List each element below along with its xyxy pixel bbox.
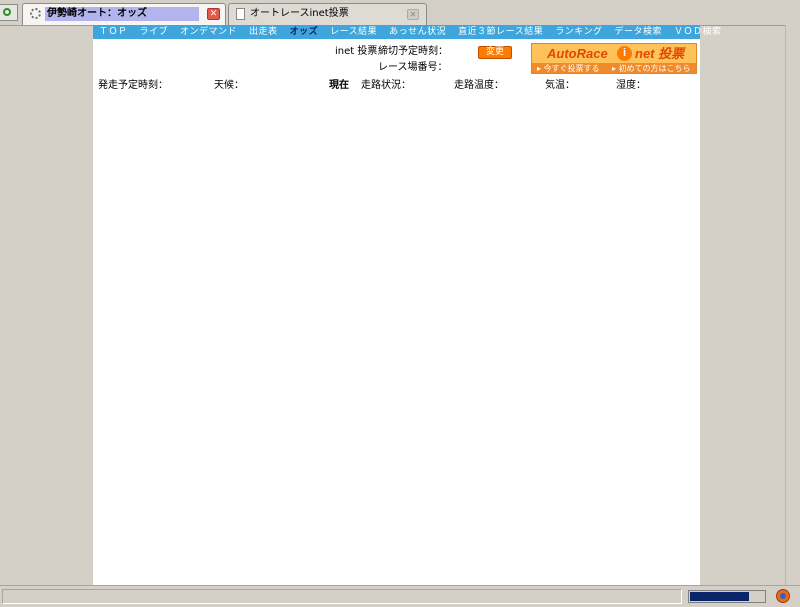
inet-vote-label: inet 投票 bbox=[335, 46, 378, 57]
first-time-label: 初めての方はこちら bbox=[618, 64, 691, 73]
banner-brand-suffix: net 投票 bbox=[635, 46, 685, 61]
progress-fill bbox=[690, 592, 750, 601]
air-temp-label: 気温： bbox=[545, 80, 575, 91]
nav-item[interactable]: オンデマンド bbox=[174, 25, 243, 39]
close-tab-icon[interactable]: ✕ bbox=[407, 9, 419, 20]
tab-list-icon bbox=[3, 8, 11, 16]
tab-list-button[interactable] bbox=[0, 4, 18, 21]
nav-item[interactable]: オッズ bbox=[284, 25, 325, 39]
banner-links: ▸ 今すぐ投票する ▸ 初めての方はこちら bbox=[532, 63, 696, 73]
track-temp-label: 走路温度： bbox=[454, 80, 504, 91]
nav-item[interactable]: ＴＯＰ bbox=[93, 25, 134, 39]
page-icon bbox=[236, 8, 245, 20]
banner-header: AutoRace i net 投票 bbox=[532, 44, 696, 63]
tab-inet-vote[interactable]: オートレースinet投票 ✕ bbox=[228, 3, 427, 25]
nav-item[interactable]: 出走表 bbox=[243, 25, 284, 39]
tab-title: 伊勢崎オート：オッズ bbox=[45, 7, 199, 21]
start-time-label: 発走予定時刻： bbox=[98, 80, 168, 91]
nav-item[interactable]: レース結果 bbox=[324, 25, 383, 39]
deadline-label: 締切予定時刻： bbox=[378, 46, 448, 57]
track-condition-label: 走路状況： bbox=[361, 80, 411, 91]
top-navigation: ＴＯＰ ライブ オンデマンド 出走表 オッズ レース結果 あっせん状況 直近３節レース結果 ラン… bbox=[93, 25, 721, 39]
nav-item[interactable]: データ検索 bbox=[608, 25, 668, 39]
vote-now-label: 今すぐ投票する bbox=[543, 64, 600, 73]
humidity-label: 湿度： bbox=[616, 80, 646, 91]
tab-iseaki-odds[interactable]: 伊勢崎オート：オッズ ✕ bbox=[22, 3, 226, 25]
loading-spinner-icon bbox=[30, 8, 41, 19]
nav-item[interactable]: ランキング bbox=[549, 25, 608, 39]
banner-brand: AutoRace bbox=[547, 46, 608, 61]
firefox-icon bbox=[776, 589, 790, 603]
nav-item[interactable]: あっせん状況 bbox=[383, 25, 452, 39]
web-page: ＴＯＰ ライブ オンデマンド 出走表 オッズ レース結果 あっせん状況 直近３節レース結果 ラン… bbox=[93, 25, 721, 585]
autorace-inet-banner[interactable]: AutoRace i net 投票 ▸ 今すぐ投票する ▸ 初めての方はこちら bbox=[531, 43, 697, 74]
status-text bbox=[2, 589, 682, 604]
tab-bar: 伊勢崎オート：オッズ ✕ オートレースinet投票 ✕ bbox=[0, 0, 800, 26]
nav-item[interactable]: ＶＯＤ検索 bbox=[668, 25, 728, 39]
change-button[interactable]: 変更 bbox=[478, 46, 512, 59]
current-label: 現在 bbox=[329, 80, 349, 91]
first-time-link[interactable]: ▸ 初めての方はこちら bbox=[612, 63, 691, 73]
weather-label: 天候： bbox=[214, 80, 244, 91]
scroll-gutter bbox=[785, 25, 800, 585]
close-tab-icon[interactable]: ✕ bbox=[207, 8, 220, 20]
nav-item[interactable]: 直近３節レース結果 bbox=[452, 25, 549, 39]
nav-item[interactable]: ライブ bbox=[134, 25, 175, 39]
venue-number-label: レース場番号： bbox=[378, 62, 448, 73]
banner-i-icon: i bbox=[617, 46, 632, 61]
vote-now-link[interactable]: ▸ 今すぐ投票する bbox=[537, 63, 600, 73]
status-bar bbox=[0, 585, 800, 607]
tab-title: オートレースinet投票 bbox=[250, 8, 349, 19]
loading-progress-bar bbox=[688, 590, 766, 603]
